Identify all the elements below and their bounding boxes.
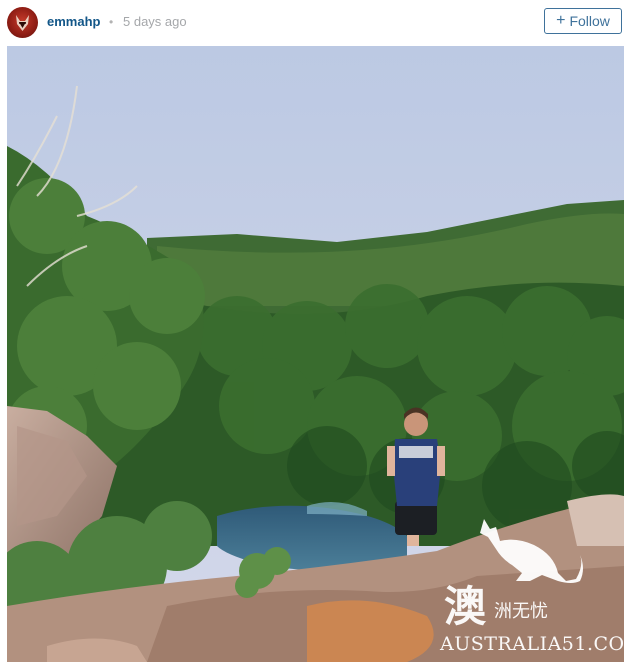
kangaroo-logo-icon — [480, 519, 583, 583]
plus-icon: + — [556, 12, 566, 29]
follow-button[interactable]: + Follow — [544, 8, 622, 34]
watermark-domain: AUSTRALIA51.COM — [440, 633, 632, 655]
post-header: emmahp • 5 days ago + Follow — [0, 0, 632, 44]
watermark-char: 澳 — [444, 582, 487, 631]
fox-avatar-icon — [16, 15, 29, 31]
separator-dot: • — [109, 15, 114, 29]
follow-label: Follow — [569, 13, 610, 29]
avatar[interactable] — [7, 7, 38, 38]
watermark: 澳 洲无忧 AUSTRALIA51.COM — [436, 515, 632, 662]
watermark-text: 洲无忧 — [494, 601, 548, 622]
username-link[interactable]: emmahp — [47, 14, 100, 30]
post-timestamp[interactable]: 5 days ago — [123, 14, 187, 30]
